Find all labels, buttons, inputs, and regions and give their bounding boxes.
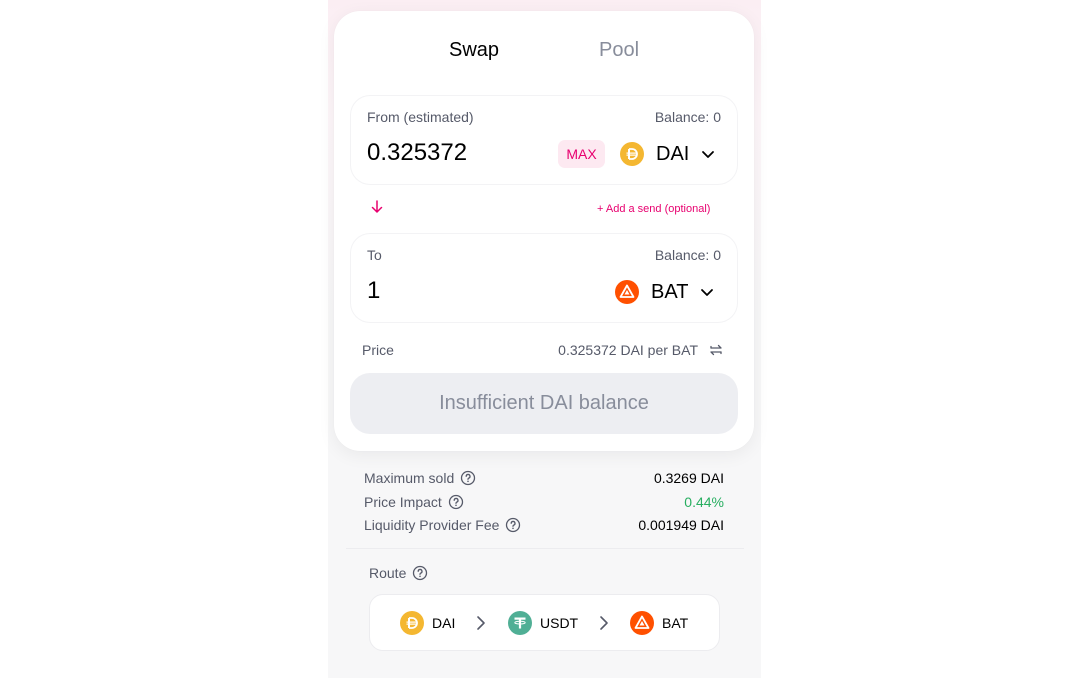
from-token-name: DAI	[656, 142, 690, 165]
to-amount-input[interactable]: 1	[367, 277, 380, 305]
lp-fee-value: 0.001949 DAI	[638, 517, 724, 533]
price-impact-label: Price Impact	[364, 494, 442, 510]
tab-swap[interactable]: Swap	[449, 39, 499, 62]
route-label: Route	[369, 565, 407, 581]
to-panel: To Balance: 0 1 BAT	[350, 233, 738, 323]
dai-token-icon	[620, 142, 644, 166]
chevron-right-icon	[477, 616, 485, 630]
price-value: 0.325372 DAI per BAT	[558, 342, 698, 358]
max-button[interactable]: MAX	[558, 140, 605, 168]
route-token-name: DAI	[432, 615, 456, 631]
question-icon[interactable]	[412, 565, 428, 581]
price-label: Price	[362, 342, 394, 358]
from-label: From (estimated)	[367, 109, 474, 125]
question-icon[interactable]	[448, 494, 464, 510]
route-token-usdt: USDT	[508, 611, 578, 635]
dai-token-icon	[400, 611, 424, 635]
swap-pool-tabs: Swap Pool	[334, 39, 754, 65]
from-token-select[interactable]: DAI	[620, 138, 715, 170]
route-token-dai: DAI	[400, 611, 455, 635]
maximum-sold-row: Maximum sold 0.3269 DAI	[364, 470, 724, 490]
swap-card: Swap Pool From (estimated) Balance: 0 0.…	[334, 11, 754, 451]
tab-pool[interactable]: Pool	[599, 39, 639, 62]
chevron-right-icon	[600, 616, 608, 630]
to-token-name: BAT	[651, 280, 689, 303]
maximum-sold-value: 0.3269 DAI	[653, 470, 724, 486]
price-impact-row: Price Impact 0.44%	[364, 494, 724, 514]
from-amount-input[interactable]: 0.325372	[367, 139, 467, 167]
lp-fee-label: Liquidity Provider Fee	[364, 517, 500, 533]
divider	[346, 548, 744, 549]
route-token-name: BAT	[662, 615, 689, 631]
invert-price-icon[interactable]	[708, 342, 724, 358]
arrow-down-icon[interactable]	[370, 200, 384, 214]
bat-token-icon	[615, 280, 639, 304]
chevron-down-icon	[702, 151, 715, 158]
insufficient-balance-button[interactable]: Insufficient DAI balance	[350, 373, 738, 434]
route-heading: Route	[369, 565, 428, 581]
route-token-bat: BAT	[630, 611, 688, 635]
route-path: DAI USDT BAT	[369, 594, 720, 651]
maximum-sold-label: Maximum sold	[364, 470, 455, 486]
bat-token-icon	[630, 611, 654, 635]
route-token-name: USDT	[540, 615, 579, 631]
to-token-select[interactable]: BAT	[615, 276, 714, 308]
usdt-token-icon	[508, 611, 532, 635]
to-label: To	[367, 247, 382, 263]
from-panel: From (estimated) Balance: 0 0.325372 MAX…	[350, 95, 738, 185]
question-icon[interactable]	[460, 470, 476, 486]
from-balance: Balance: 0	[654, 109, 721, 125]
add-send-link[interactable]: + Add a send (optional)	[597, 203, 710, 215]
price-impact-value: 0.44%	[684, 494, 724, 510]
chevron-down-icon	[701, 289, 714, 296]
to-balance: Balance: 0	[654, 247, 721, 263]
question-icon[interactable]	[505, 517, 521, 533]
lp-fee-row: Liquidity Provider Fee 0.001949 DAI	[364, 517, 724, 537]
